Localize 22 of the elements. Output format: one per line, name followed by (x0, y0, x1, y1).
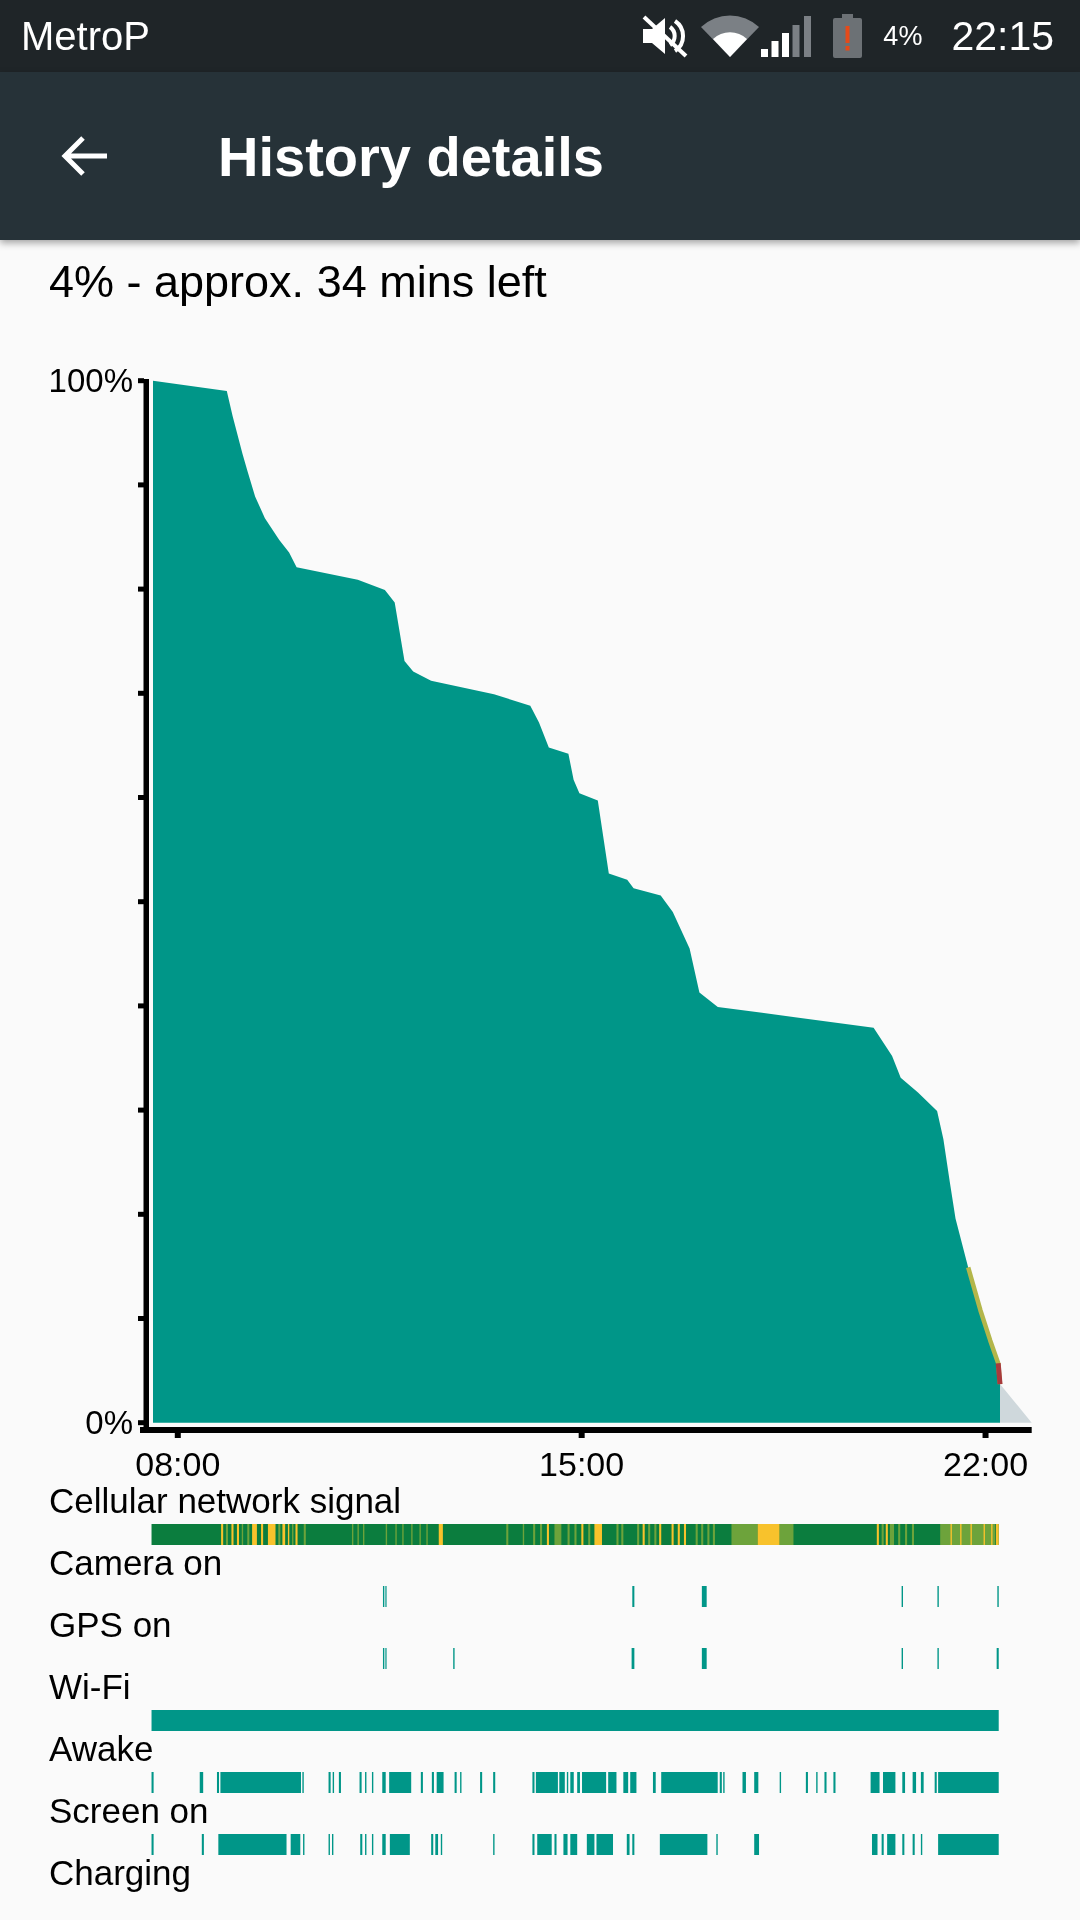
battery-summary: 4% - approx. 34 mins left (49, 255, 547, 309)
axis-label: 22:00 (943, 1445, 1029, 1483)
signal-icon (761, 15, 812, 57)
axis-label: 08:00 (135, 1445, 221, 1483)
mute-icon (640, 14, 690, 58)
screen-title: History details (218, 123, 604, 189)
battery-alert-icon (833, 14, 863, 58)
wifi-icon (701, 15, 760, 57)
axis-label: 100% (48, 362, 133, 400)
axis-label: 0% (85, 1404, 133, 1442)
activity-label: Camera on (49, 1546, 223, 1580)
status-clock: 22:15 (951, 12, 1054, 60)
activity-label: Charging (49, 1856, 192, 1890)
back-icon[interactable] (61, 135, 110, 177)
carrier-name: MetroP (21, 13, 150, 59)
activity-label: GPS on (49, 1608, 172, 1642)
activity-label: Awake (49, 1732, 154, 1766)
activity-label: Cellular network signal (49, 1484, 402, 1518)
activity-label: Wi-Fi (49, 1670, 131, 1704)
activity-label: Screen on (49, 1794, 209, 1828)
battery-percent: 4% (883, 20, 923, 52)
axis-label: 15:00 (539, 1445, 625, 1483)
